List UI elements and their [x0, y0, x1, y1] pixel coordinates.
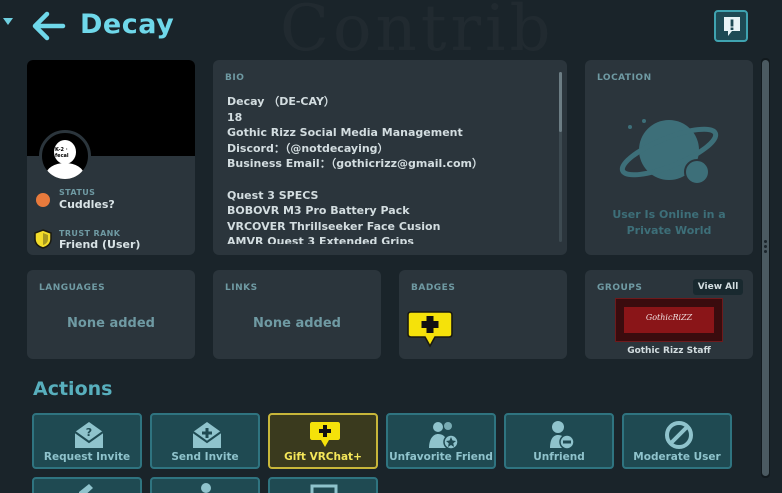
back-button[interactable] — [30, 9, 66, 43]
chat-plus-icon — [310, 422, 340, 447]
badges-card: BADGES — [399, 270, 567, 359]
send-invite-button[interactable]: Send Invite — [150, 413, 260, 469]
groups-card: GROUPS View All GothicRiZZ Gothic Rizz S… — [585, 270, 753, 359]
shield-icon — [34, 229, 52, 249]
profile-card: K-2 · fecal STATUS Cuddles? TRUST RANK F… — [27, 60, 195, 255]
languages-empty: None added — [67, 316, 155, 331]
send-invite-label: Send Invite — [171, 451, 239, 463]
languages-card: LANGUAGES None added — [27, 270, 195, 359]
bio-scrollbar-thumb[interactable] — [559, 72, 562, 132]
links-empty: None added — [253, 316, 341, 331]
request-invite-button[interactable]: ? Request Invite — [32, 413, 142, 469]
gift-vrchat-plus-label: Gift VRChat+ — [284, 451, 362, 463]
action-button-row2-1[interactable] — [32, 477, 142, 493]
action-button-row2-2[interactable] — [150, 477, 260, 493]
badges-label: BADGES — [411, 283, 456, 293]
location-card: LOCATION User Is Online in a Private Wor… — [585, 60, 753, 255]
planet-icon — [619, 119, 719, 185]
report-icon — [724, 17, 740, 36]
languages-label: LANGUAGES — [39, 283, 106, 293]
unfriend-button[interactable]: Unfriend — [504, 413, 614, 469]
bio-card: BIO Decay （DE-CAY） 18 Gothic Rizz Social… — [213, 60, 567, 255]
gift-vrchat-plus-button[interactable]: Gift VRChat+ — [268, 413, 378, 469]
actions-title: Actions — [33, 378, 113, 400]
bio-label: BIO — [225, 73, 245, 83]
trust-rank-label: TRUST RANK — [59, 229, 121, 238]
status-value: Cuddles? — [59, 198, 115, 211]
action-button-row2-3[interactable] — [268, 477, 378, 493]
block-icon — [665, 421, 693, 449]
user-icon — [201, 483, 211, 493]
trust-rank-value: Friend (User) — [59, 238, 141, 251]
moderate-user-label: Moderate User — [633, 451, 721, 463]
avatar[interactable]: K-2 · fecal — [39, 130, 91, 182]
envelope-plus-icon — [192, 422, 222, 448]
caret-down-icon[interactable] — [3, 18, 13, 25]
users-star-icon — [429, 422, 459, 450]
page-scrollbar-thumb[interactable] — [762, 60, 769, 476]
view-all-groups-button[interactable]: View All — [693, 279, 743, 295]
report-button[interactable] — [714, 10, 748, 42]
vrc-plus-badge-icon[interactable] — [407, 310, 453, 350]
arrow-left-icon — [32, 11, 66, 41]
moderate-user-button[interactable]: Moderate User — [622, 413, 732, 469]
envelope-question-icon: ? — [74, 422, 104, 448]
edit-icon — [79, 484, 93, 493]
group-name[interactable]: Gothic Rizz Staff — [585, 346, 753, 356]
unfavorite-friend-label: Unfavorite Friend — [389, 451, 493, 463]
user-minus-icon — [550, 421, 575, 450]
group-image-text: GothicRiZZ — [645, 313, 693, 322]
status-label: STATUS — [59, 188, 96, 197]
unfriend-label: Unfriend — [533, 451, 585, 463]
location-status: User Is Online in a Private World — [612, 208, 726, 237]
links-card: LINKS None added — [213, 270, 381, 359]
status-dot-icon — [36, 193, 50, 207]
window-icon — [310, 484, 338, 493]
groups-label: GROUPS — [597, 283, 643, 293]
avatar-tag: K-2 · fecal — [55, 147, 69, 159]
group-image[interactable]: GothicRiZZ — [615, 298, 723, 342]
unfavorite-friend-button[interactable]: Unfavorite Friend — [386, 413, 496, 469]
bio-text: Decay （DE-CAY） 18 Gothic Rizz Social Med… — [227, 95, 484, 244]
links-label: LINKS — [225, 283, 258, 293]
svg-text:?: ? — [86, 426, 92, 439]
scroll-grip-icon — [764, 240, 767, 254]
location-label: LOCATION — [597, 73, 652, 83]
request-invite-label: Request Invite — [43, 451, 131, 463]
page-title: Decay — [80, 9, 175, 40]
header: Decay — [0, 0, 782, 54]
